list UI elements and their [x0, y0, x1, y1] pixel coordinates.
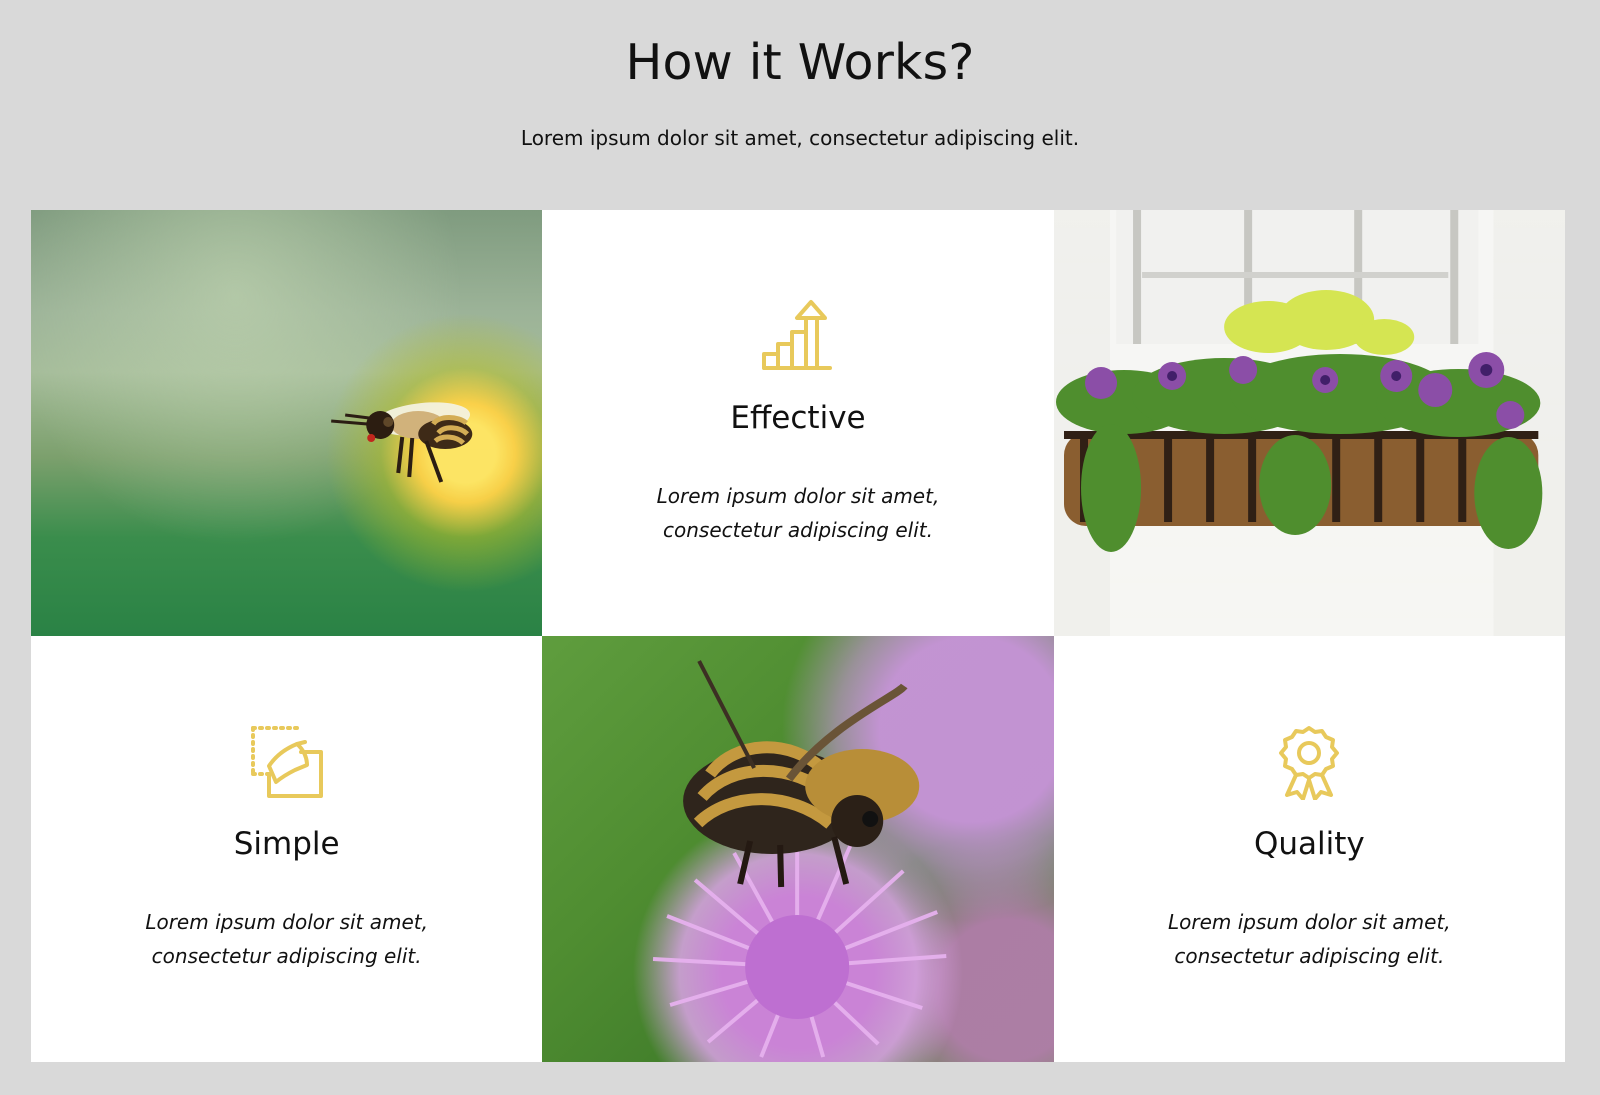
- feature-grid: Effective Lorem ipsum dolor sit amet, co…: [31, 210, 1565, 1062]
- feature-text-quality: Lorem ipsum dolor sit amet, consectetur …: [1168, 910, 1451, 969]
- section-subtitle: Lorem ipsum dolor sit amet, consectetur …: [520, 126, 1080, 150]
- how-it-works-section: How it Works? Lorem ipsum dolor sit amet…: [0, 0, 1600, 1095]
- sticky-note-icon: [250, 726, 323, 798]
- feature-text-effective: Lorem ipsum dolor sit amet, consectetur …: [656, 484, 940, 543]
- growth-chart-icon: [761, 300, 832, 370]
- bee-flying-illustration: [331, 402, 473, 483]
- feature-card-quality: Quality Lorem ipsum dolor sit amet, cons…: [1053, 636, 1565, 1062]
- feature-title-effective: Effective: [730, 400, 866, 436]
- bee-on-flower-photo: [542, 636, 1054, 1062]
- feature-title-simple: Simple: [233, 826, 340, 862]
- window-box-illustration: [1055, 210, 1542, 552]
- feature-card-simple: Simple Lorem ipsum dolor sit amet, conse…: [31, 636, 543, 1062]
- award-ribbon-icon: [1279, 726, 1340, 800]
- window-flower-box-photo: [1053, 210, 1565, 636]
- bee-flying-photo: [31, 210, 543, 636]
- feature-text-simple: Lorem ipsum dolor sit amet, consectetur …: [145, 910, 428, 969]
- feature-card-effective: Effective Lorem ipsum dolor sit amet, co…: [542, 210, 1054, 636]
- section-title: How it Works?: [625, 34, 975, 91]
- bee-on-flower-illustration: [653, 660, 947, 1058]
- feature-title-quality: Quality: [1253, 826, 1365, 862]
